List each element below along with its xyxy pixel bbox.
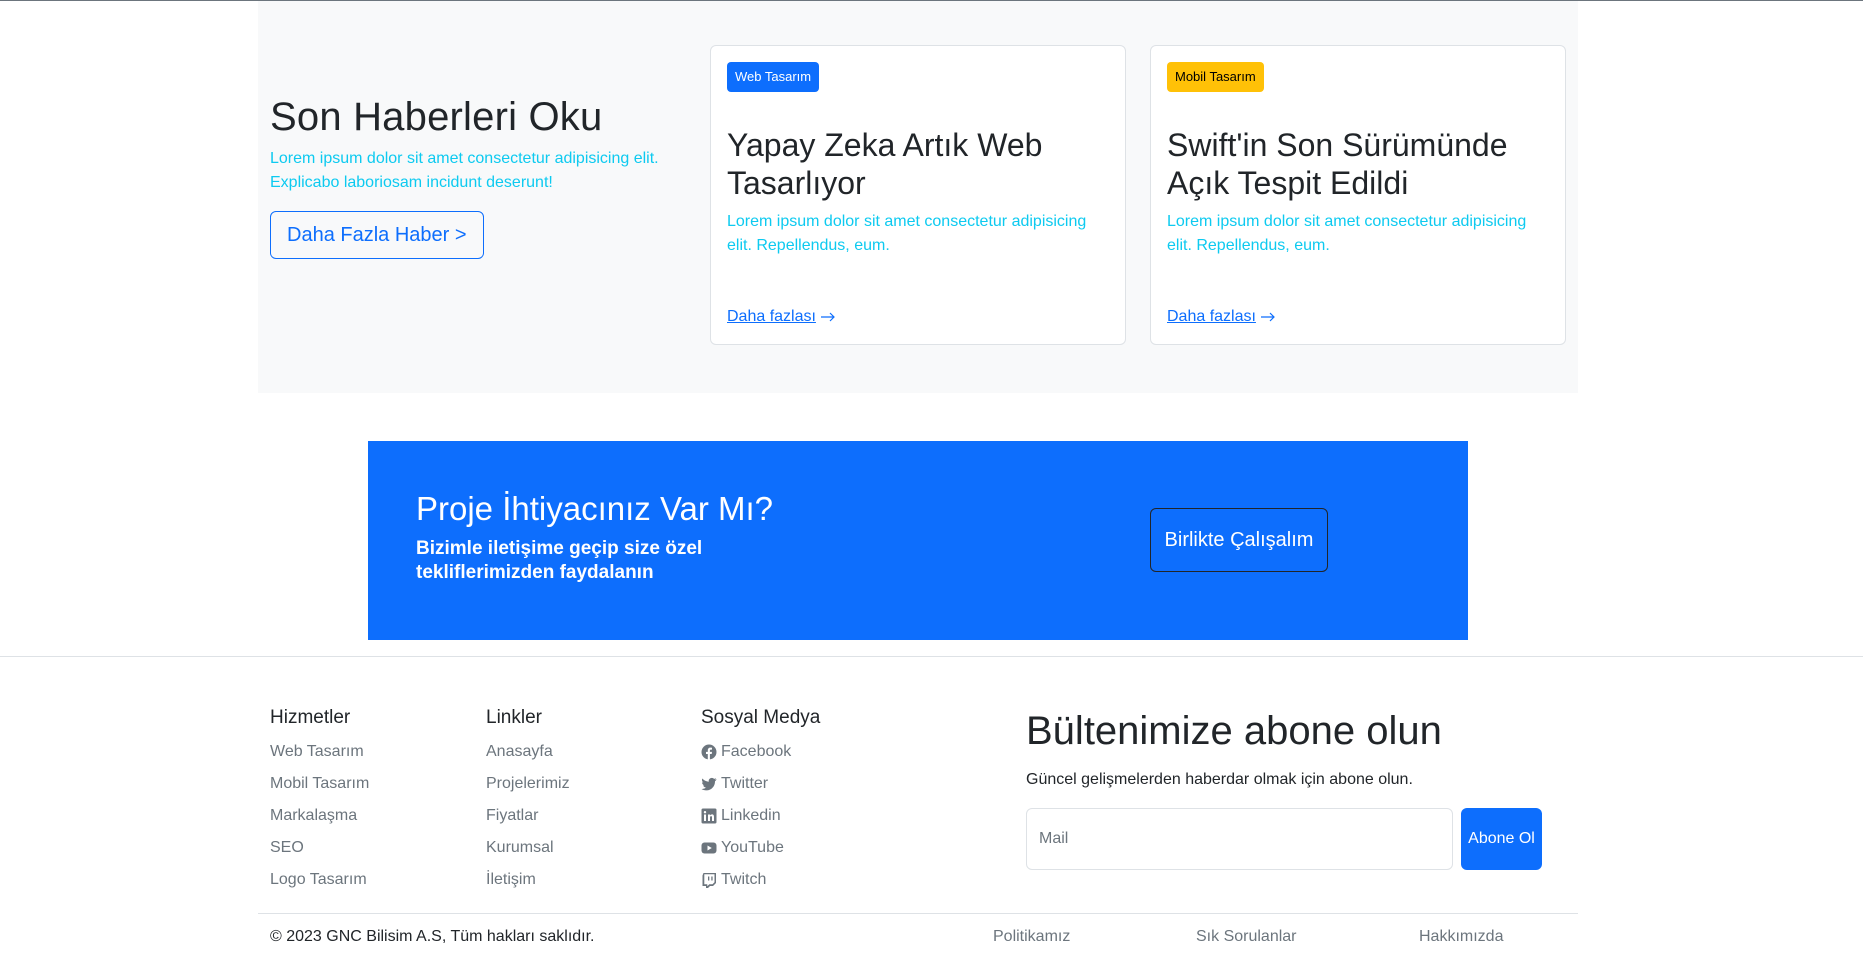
copyright: © 2023 GNC Bilisim A.S, Tüm hakları sakl… <box>270 928 595 945</box>
news-section: Son Haberleri Oku Lorem ipsum dolor sit … <box>258 1 1578 393</box>
subscribe-button[interactable]: Abone Ol <box>1461 808 1542 870</box>
footer-link-web-design[interactable]: Web Tasarım <box>270 736 369 768</box>
newsletter-title: Bültenimize abone olun <box>1026 709 1442 753</box>
news-card: Web Tasarım Yapay Zeka Artık Web Tasarlı… <box>710 45 1126 345</box>
read-more-label: Daha fazlası <box>727 308 816 325</box>
footer-link-contact[interactable]: İletişim <box>486 864 570 896</box>
youtube-icon <box>701 842 717 854</box>
social-label: Twitch <box>721 871 767 888</box>
services-list: Web Tasarım Mobil Tasarım Markalaşma SEO… <box>270 736 369 896</box>
cta-banner: Proje İhtiyacınız Var Mı? Bizimle iletiş… <box>368 441 1468 640</box>
cta-subtitle: Bizimle iletişime geçip size özel teklif… <box>416 538 703 583</box>
footer-link-corporate[interactable]: Kurumsal <box>486 832 570 864</box>
social-label: Twitter <box>721 775 769 792</box>
newsletter: Bültenimize abone olun Güncel gelişmeler… <box>1026 706 1556 870</box>
social-label: Facebook <box>721 743 792 760</box>
footer-link-branding[interactable]: Markalaşma <box>270 800 369 832</box>
links-list: Anasayfa Projelerimiz Fiyatlar Kurumsal … <box>486 736 570 896</box>
facebook-icon <box>701 744 717 760</box>
read-more-link[interactable]: Daha fazlası <box>727 308 836 326</box>
arrow-right-icon <box>1260 312 1275 322</box>
news-card: Mobil Tasarım Swift'in Son Sürümünde Açı… <box>1150 45 1566 345</box>
category-badge: Web Tasarım <box>727 62 820 92</box>
news-title: Son Haberleri Oku <box>270 95 603 139</box>
collaborate-button[interactable]: Birlikte Çalışalım <box>1150 508 1328 572</box>
arrow-right-icon <box>820 312 835 322</box>
footer-link-seo[interactable]: SEO <box>270 832 369 864</box>
card-text: Lorem ipsum dolor sit amet consectetur a… <box>1167 213 1527 254</box>
footer-link-projects[interactable]: Projelerimiz <box>486 768 570 800</box>
links-heading: Linkler <box>486 707 542 728</box>
social-heading: Sosyal Medya <box>701 707 821 728</box>
social-label: Linkedin <box>721 807 781 824</box>
news-description: Lorem ipsum dolor sit amet consectetur a… <box>270 150 659 191</box>
linkedin-icon <box>701 808 717 824</box>
footer-divider <box>0 656 1863 657</box>
newsletter-form: Abone Ol <box>1026 808 1556 870</box>
bottom-link-about[interactable]: Hakkımızda <box>1419 925 1503 949</box>
twitter-icon <box>701 777 717 791</box>
read-more-link[interactable]: Daha fazlası <box>1167 308 1276 326</box>
footer-link-mobile-design[interactable]: Mobil Tasarım <box>270 768 369 800</box>
bottom-link-policy[interactable]: Politikamız <box>993 925 1070 949</box>
footer-social-column: Sosyal Medya Facebook Twitter Linkedin Y… <box>701 706 820 896</box>
card-title: Swift'in Son Sürümünde Açık Tespit Edild… <box>1167 127 1508 201</box>
mail-input[interactable] <box>1026 808 1453 870</box>
read-more-label: Daha fazlası <box>1167 308 1256 325</box>
footer-link-logo-design[interactable]: Logo Tasarım <box>270 864 369 896</box>
cta-title: Proje İhtiyacınız Var Mı? <box>416 490 774 527</box>
social-link-facebook[interactable]: Facebook <box>701 736 820 768</box>
social-link-youtube[interactable]: YouTube <box>701 832 820 864</box>
social-link-twitch[interactable]: Twitch <box>701 864 820 896</box>
social-label: YouTube <box>721 839 784 856</box>
more-news-button[interactable]: Daha Fazla Haber > <box>270 211 484 259</box>
services-heading: Hizmetler <box>270 707 351 728</box>
footer-link-home[interactable]: Anasayfa <box>486 736 570 768</box>
footer-services-column: Hizmetler Web Tasarım Mobil Tasarım Mark… <box>270 706 369 896</box>
twitch-icon <box>702 873 716 888</box>
footer-link-pricing[interactable]: Fiyatlar <box>486 800 570 832</box>
category-badge: Mobil Tasarım <box>1167 62 1264 92</box>
card-text: Lorem ipsum dolor sit amet consectetur a… <box>727 213 1087 254</box>
bottom-link-faq[interactable]: Sık Sorulanlar <box>1196 925 1297 949</box>
card-title: Yapay Zeka Artık Web Tasarlıyor <box>727 127 1043 201</box>
social-link-linkedin[interactable]: Linkedin <box>701 800 820 832</box>
bottom-divider <box>258 913 1578 914</box>
social-list: Facebook Twitter Linkedin YouTube Twitch <box>701 736 820 896</box>
newsletter-description: Güncel gelişmelerden haberdar olmak için… <box>1026 771 1413 788</box>
social-link-twitter[interactable]: Twitter <box>701 768 820 800</box>
news-intro: Son Haberleri Oku Lorem ipsum dolor sit … <box>270 93 690 259</box>
footer-links-column: Linkler Anasayfa Projelerimiz Fiyatlar K… <box>486 706 570 896</box>
